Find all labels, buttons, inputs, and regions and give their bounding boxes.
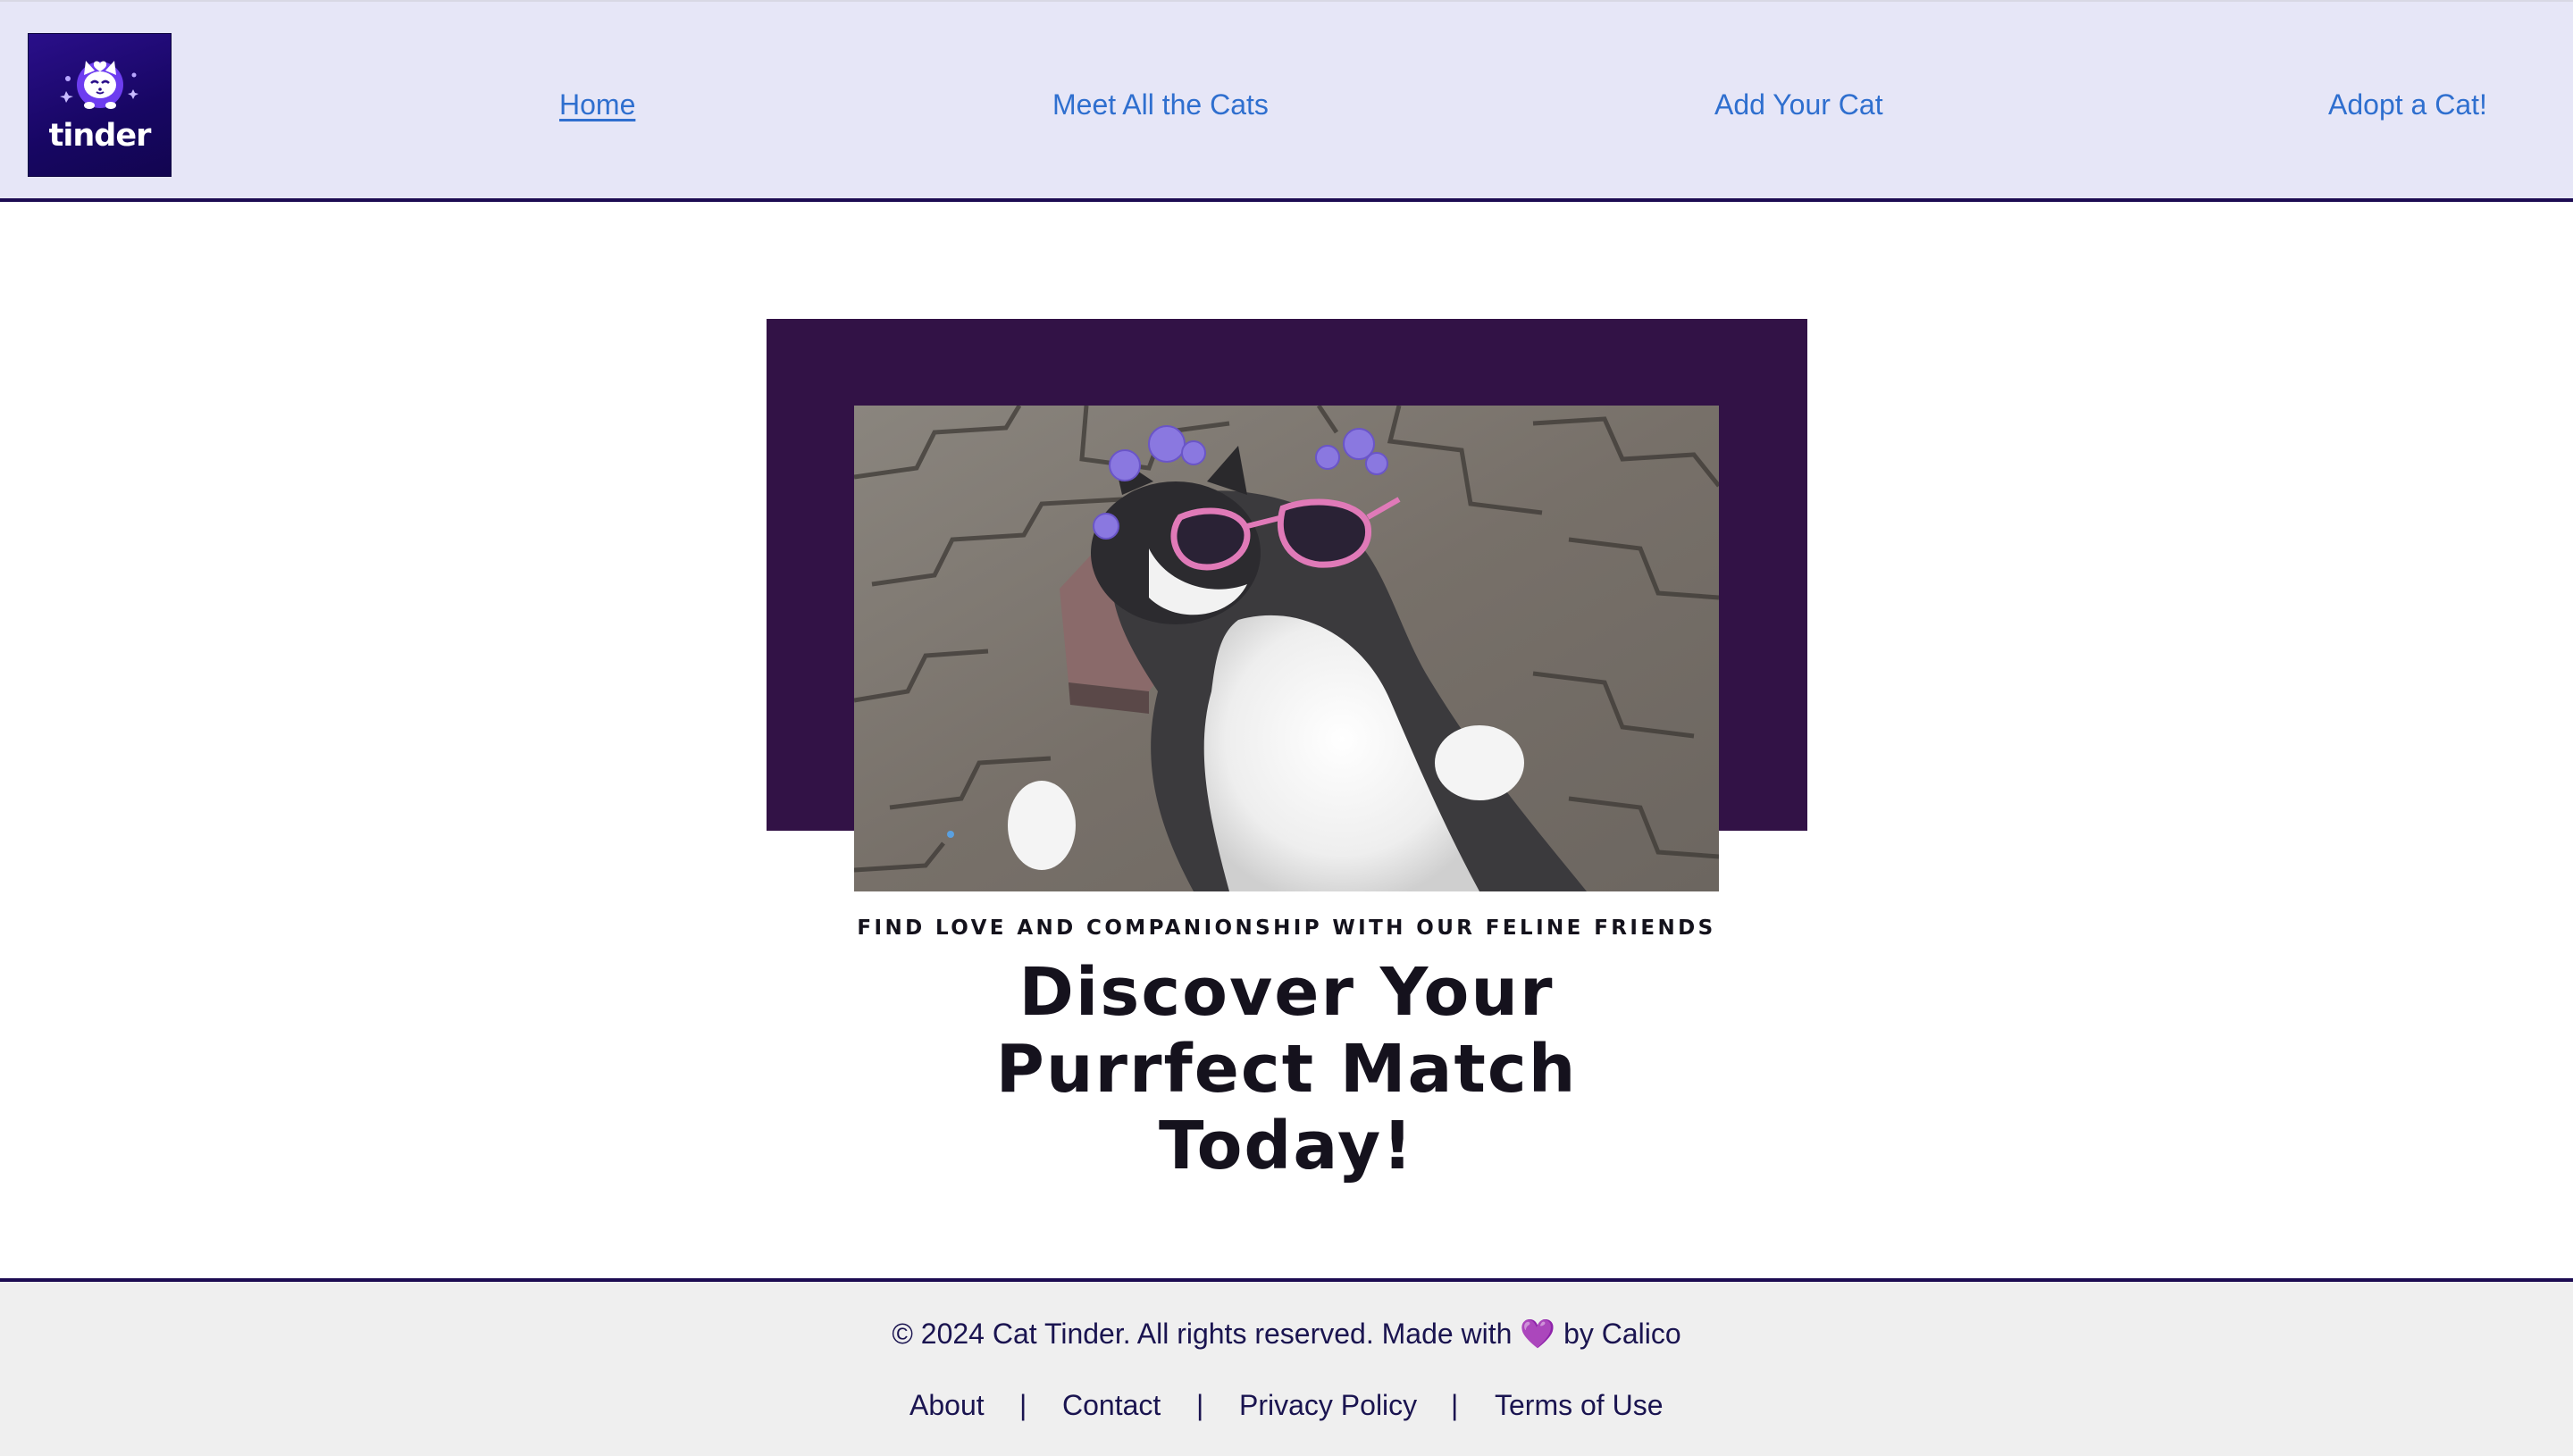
nav-home[interactable]: Home <box>559 87 635 122</box>
copyright-text: © 2024 Cat Tinder. All rights reserved. … <box>892 1318 1513 1350</box>
headline-line-3: Today! <box>1158 1108 1415 1184</box>
cat-face-icon <box>60 61 138 109</box>
logo-text: tinder <box>48 118 152 154</box>
cat-tinder-logo[interactable]: tinder <box>28 33 172 177</box>
nav-adopt-a-cat[interactable]: Adopt a Cat! <box>2328 87 2487 122</box>
headline-line-2: Purrfect Match <box>995 1031 1578 1108</box>
copyright: © 2024 Cat Tinder. All rights reserved. … <box>0 1316 2573 1351</box>
hero-headline: Discover Your Purrfect Match Today! <box>840 954 1733 1184</box>
footer-link-terms-of-use[interactable]: Terms of Use <box>1495 1387 1663 1423</box>
copyright-suffix: by Calico <box>1563 1318 1681 1350</box>
footer-separator: | <box>1196 1389 1204 1421</box>
nav-add-your-cat[interactable]: Add Your Cat <box>1714 87 1883 122</box>
site-header: tinder Home Meet All the Cats Add Your C… <box>0 0 2573 202</box>
heart-icon: 💜 <box>1520 1317 1556 1351</box>
footer-link-about[interactable]: About <box>909 1387 985 1423</box>
footer-link-contact[interactable]: Contact <box>1062 1387 1161 1423</box>
footer-separator: | <box>1019 1389 1027 1421</box>
page: tinder Home Meet All the Cats Add Your C… <box>0 0 2573 1456</box>
hero-eyebrow: FIND LOVE AND COMPANIONSHIP WITH OUR FEL… <box>857 916 1716 940</box>
footer-separator: | <box>1451 1389 1459 1421</box>
hero-cat-photo <box>854 406 1719 891</box>
footer-link-privacy-policy[interactable]: Privacy Policy <box>1239 1387 1417 1423</box>
headline-line-1: Discover Your <box>1018 954 1555 1031</box>
site-footer: © 2024 Cat Tinder. All rights reserved. … <box>0 1278 2573 1456</box>
nav-meet-all-the-cats[interactable]: Meet All the Cats <box>1052 87 1269 122</box>
